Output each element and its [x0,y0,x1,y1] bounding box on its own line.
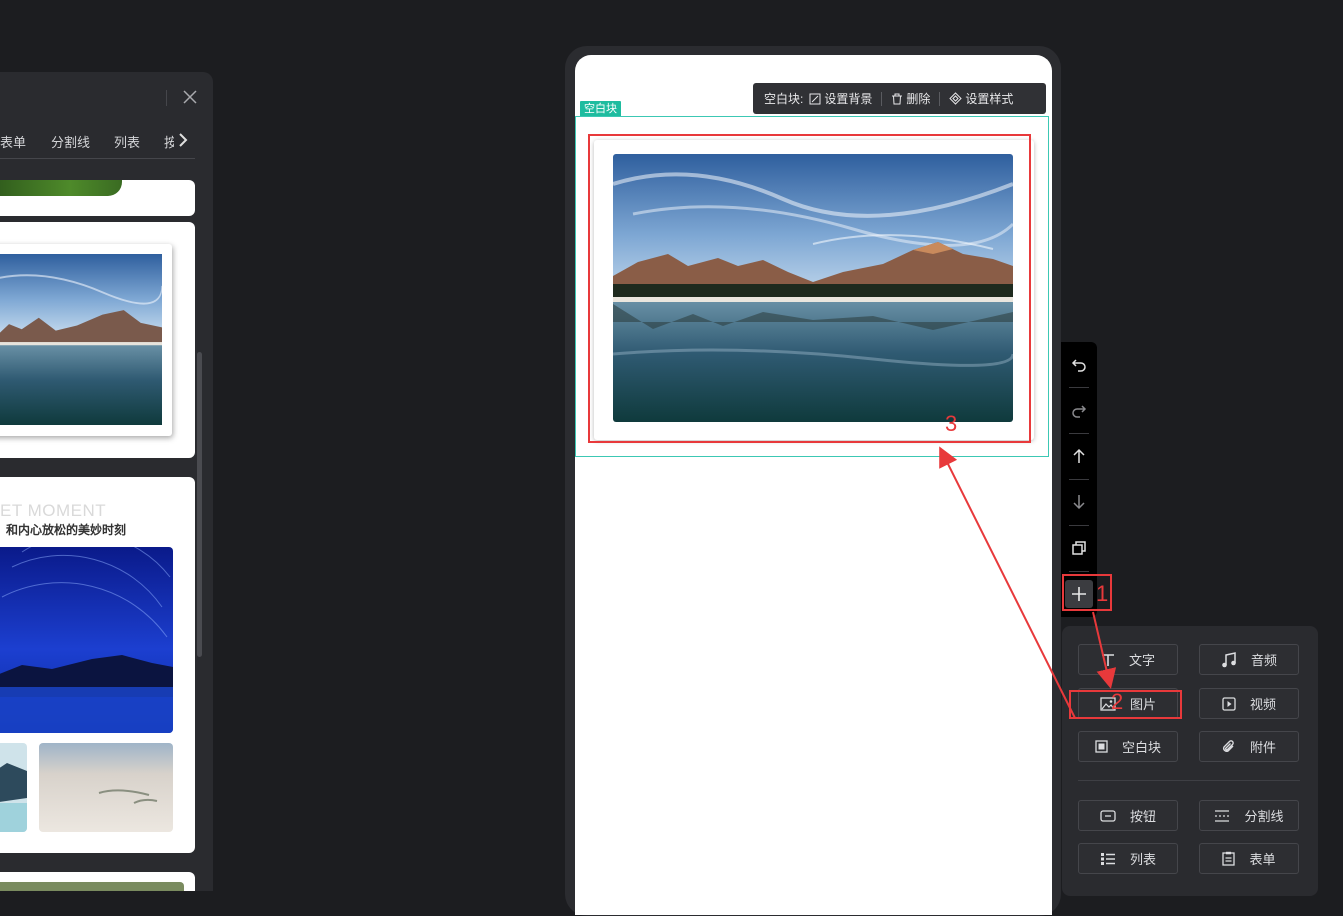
component-button-button[interactable]: 按钮 [1078,800,1178,831]
toolbar-divider [939,91,941,106]
template-thumbnail [0,547,173,733]
list-icon [1100,852,1115,865]
component-video-button[interactable]: 视频 [1199,688,1299,719]
component-label: 视频 [1249,697,1276,712]
template-panel: 表单 分割线 列表 按 ET MOMENT 和内心放松的美妙时刻 [0,72,213,891]
redo-icon[interactable] [1065,396,1093,424]
component-label: 空白块 [1121,740,1161,755]
set-style-button[interactable]: 设置样式 [949,90,1013,107]
toolbar-divider [881,91,883,106]
component-label: 附件 [1249,740,1276,755]
component-label: 分割线 [1244,809,1284,824]
toolbar-divider [1069,525,1089,526]
template-card[interactable] [0,180,195,216]
blank-block-icon [1095,740,1108,753]
template-thumbnail [0,882,184,891]
template-card[interactable]: ET MOMENT 和内心放松的美妙时刻 [0,477,195,853]
annotation-step-3: 3 [945,411,958,436]
background-icon [809,93,821,104]
tab-divider[interactable]: 分割线 [51,132,90,151]
move-down-icon[interactable] [1065,488,1093,516]
tab-list[interactable]: 列表 [114,132,140,151]
form-icon [1222,851,1236,866]
template-image-frame [0,244,172,436]
component-text-button[interactable]: 文字 [1078,644,1178,675]
trash-icon [892,93,903,104]
template-thumbnail [0,180,122,196]
toolbar-divider [1069,433,1089,434]
block-type-label: 空白块: [764,92,804,106]
panel-scrollbar[interactable] [197,352,202,657]
template-subheading: 和内心放松的美妙时刻 [6,523,127,537]
set-background-label: 设置背景 [824,92,873,106]
template-card[interactable] [0,222,195,458]
tab-form[interactable]: 表单 [0,132,26,151]
component-audio-button[interactable]: 音频 [1199,644,1299,675]
component-divider-button[interactable]: 分割线 [1199,800,1299,831]
panel-header-divider [166,90,167,106]
block-toolbar: 空白块: 设置背景 删除 设置样式 [753,83,1046,114]
template-thumbnail [0,743,27,832]
toolbar-divider [1069,387,1089,388]
close-icon[interactable] [182,89,198,105]
text-icon [1101,653,1114,666]
component-form-button[interactable]: 表单 [1199,843,1299,874]
video-icon [1222,696,1236,711]
button-icon [1100,809,1116,822]
chevron-right-icon[interactable] [176,132,190,148]
delete-button[interactable]: 删除 [891,90,930,107]
annotation-box-3 [588,134,1031,443]
tab-button[interactable]: 按 [164,132,174,151]
set-background-button[interactable]: 设置背景 [809,90,872,107]
annotation-box-2 [1069,690,1182,719]
music-icon [1222,651,1236,667]
template-category-tabs: 表单 分割线 列表 按 [0,130,195,159]
toolbar-divider [1069,571,1089,572]
toolbar-divider [1069,479,1089,480]
template-thumbnail [0,254,162,425]
component-attachment-button[interactable]: 附件 [1199,731,1299,762]
template-heading: ET MOMENT [0,501,107,520]
copy-icon[interactable] [1065,534,1093,562]
style-icon [949,92,963,105]
component-label: 音频 [1250,653,1277,668]
annotation-step-2: 2 [1111,689,1124,714]
delete-label: 删除 [906,92,931,106]
component-label: 表单 [1249,852,1276,867]
component-label: 文字 [1128,653,1155,668]
template-card[interactable] [0,872,195,891]
paperclip-icon [1223,739,1234,752]
popover-divider [1078,780,1300,781]
block-type-tag: 空白块 [580,101,621,117]
annotation-step-1: 1 [1096,581,1109,606]
component-label: 列表 [1129,852,1156,867]
move-up-icon[interactable] [1065,442,1093,470]
template-thumbnail [39,743,173,832]
set-style-label: 设置样式 [965,92,1014,106]
component-label: 按钮 [1129,809,1156,824]
divider-icon [1215,809,1230,822]
undo-icon[interactable] [1065,350,1093,378]
component-list-button[interactable]: 列表 [1078,843,1178,874]
component-blank-block-button[interactable]: 空白块 [1078,731,1178,762]
